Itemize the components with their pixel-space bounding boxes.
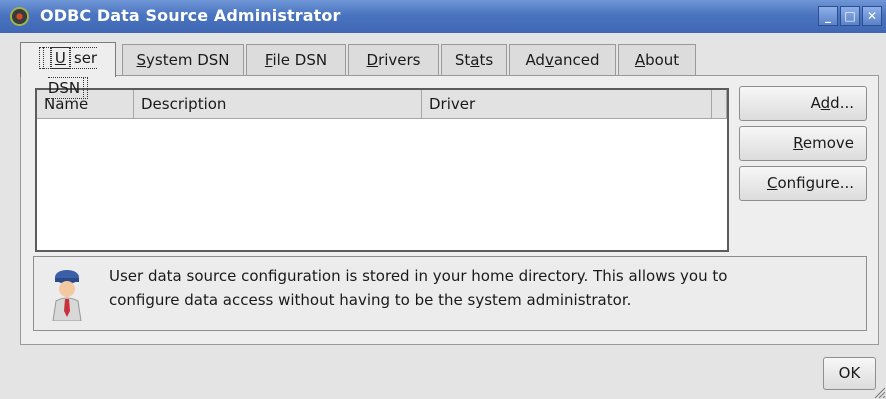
info-box: User data source configuration is stored… — [33, 256, 867, 331]
close-icon[interactable]: ✕ — [862, 6, 882, 26]
odbc-admin-window: ODBC Data Source Administrator _ □ ✕ Use… — [0, 0, 886, 399]
minimize-icon[interactable]: _ — [818, 6, 838, 26]
tab-drivers[interactable]: Drivers — [348, 44, 439, 75]
configure-button[interactable]: Configure... — [739, 166, 867, 201]
tab-stats[interactable]: Stats — [441, 44, 507, 75]
column-header-filler — [712, 90, 727, 119]
info-message: User data source configuration is stored… — [109, 264, 829, 312]
resize-grip-icon[interactable] — [872, 385, 886, 399]
tab-system-dsn[interactable]: System DSN — [122, 44, 244, 75]
tab-advanced[interactable]: Advanced — [509, 44, 616, 75]
title-bar[interactable]: ODBC Data Source Administrator _ □ ✕ — [0, 0, 886, 33]
ok-button[interactable]: OK — [823, 357, 876, 390]
maximize-icon[interactable]: □ — [840, 6, 860, 26]
info-line-2: configure data access without having to … — [109, 291, 632, 309]
user-person-icon — [52, 270, 82, 321]
tab-about[interactable]: About — [618, 44, 696, 75]
user-dsn-panel: Name Description Driver Add... Remove Co… — [20, 75, 879, 345]
tab-file-dsn[interactable]: File DSN — [246, 44, 346, 75]
column-header-description[interactable]: Description — [134, 90, 422, 119]
odbc-app-icon — [10, 7, 29, 26]
tab-user-dsn[interactable]: User DSN — [20, 42, 116, 99]
dsn-list[interactable]: Name Description Driver — [35, 88, 729, 252]
info-line-1: User data source configuration is stored… — [109, 267, 728, 285]
window-title: ODBC Data Source Administrator — [40, 6, 341, 25]
add-button[interactable]: Add... — [739, 86, 867, 121]
column-header-driver[interactable]: Driver — [422, 90, 712, 119]
remove-button[interactable]: Remove — [739, 126, 867, 161]
